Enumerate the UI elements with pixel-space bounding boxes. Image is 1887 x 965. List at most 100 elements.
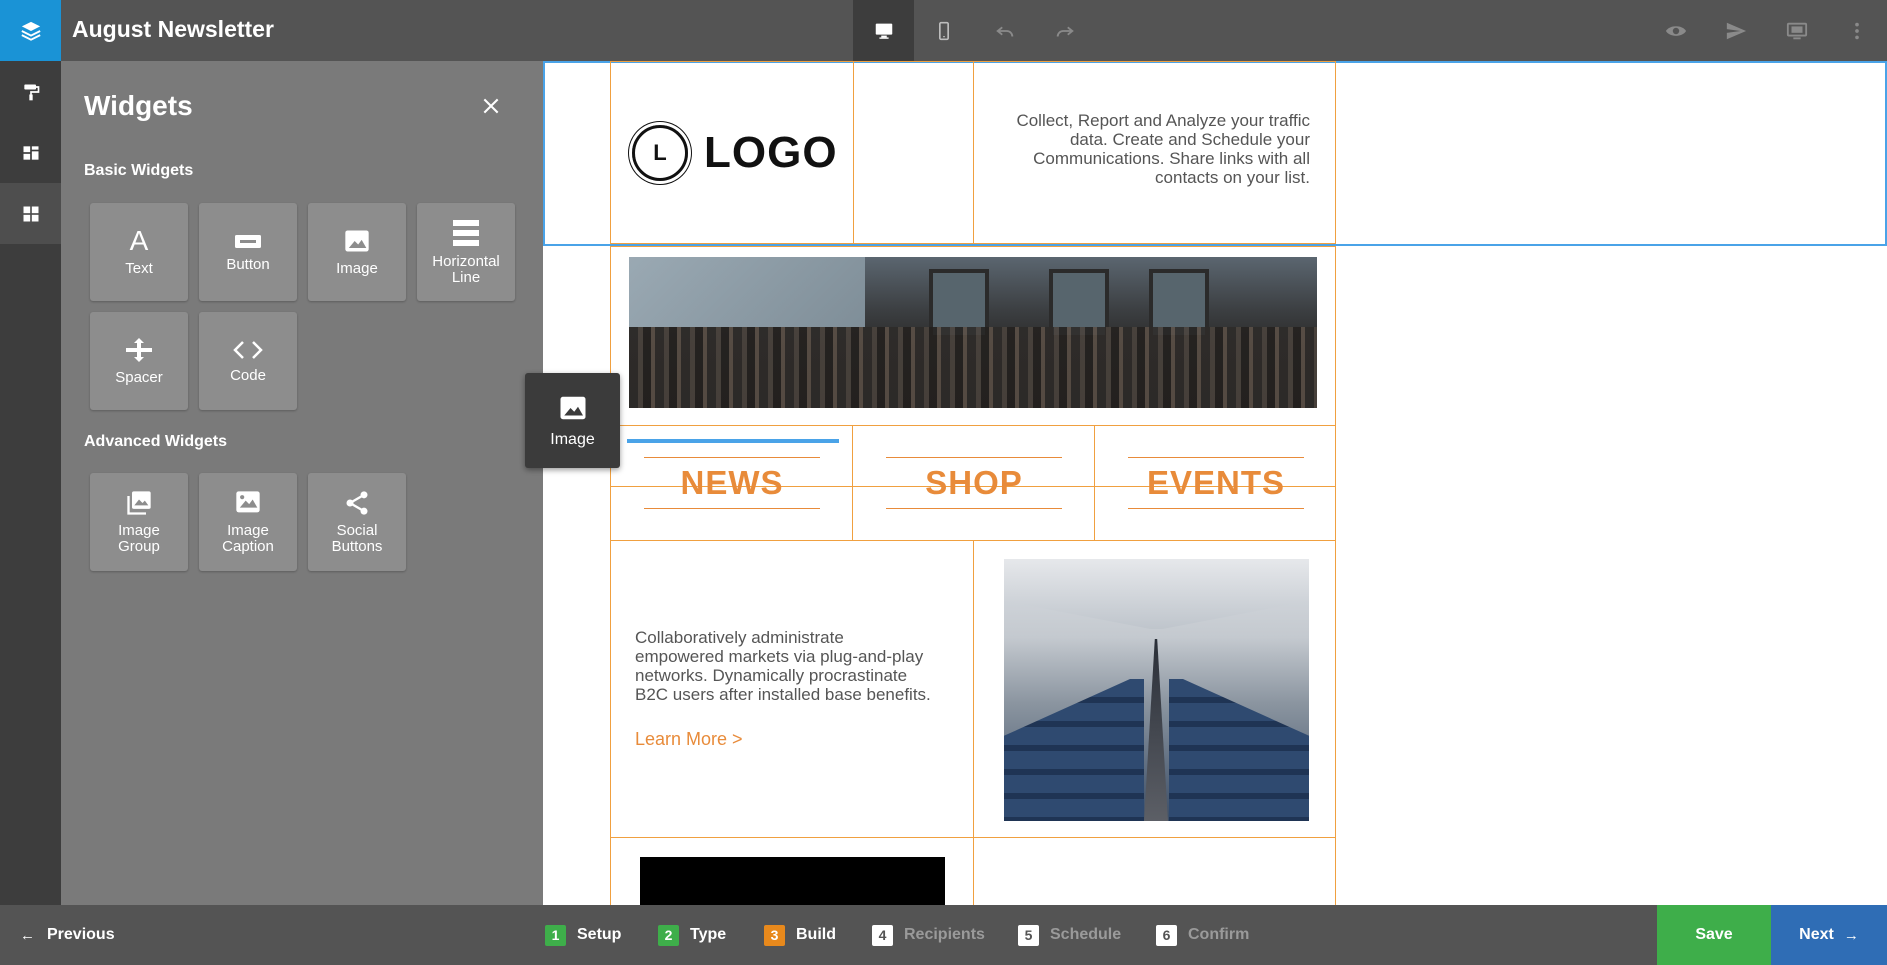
layout-tab[interactable] bbox=[0, 122, 61, 183]
horizontal-line-icon bbox=[453, 220, 479, 246]
panel-title: Widgets bbox=[84, 90, 193, 121]
drop-indicator bbox=[627, 439, 839, 443]
social-buttons-widget[interactable]: Social Buttons bbox=[308, 473, 406, 571]
step-recipients[interactable]: 4 Recipients bbox=[872, 905, 985, 965]
next-label: Next bbox=[1799, 926, 1834, 943]
send-icon bbox=[1726, 22, 1746, 39]
redo-icon bbox=[1056, 26, 1074, 37]
mobile-view-button[interactable] bbox=[913, 0, 974, 61]
code-icon bbox=[233, 341, 263, 359]
video-thumbnail[interactable] bbox=[640, 857, 945, 905]
plane-aisle bbox=[1144, 639, 1168, 821]
step-label: Setup bbox=[577, 926, 622, 943]
widgets-icon bbox=[23, 206, 38, 221]
save-button[interactable]: Save bbox=[1657, 905, 1771, 965]
button-icon bbox=[235, 235, 261, 248]
screen-preview-button[interactable] bbox=[1766, 0, 1827, 61]
step-label: Schedule bbox=[1050, 926, 1122, 943]
close-panel-button[interactable] bbox=[476, 91, 506, 121]
redo-button[interactable] bbox=[1034, 0, 1095, 61]
ghost-label: Image bbox=[550, 430, 595, 448]
step-number: 4 bbox=[872, 924, 893, 946]
widget-label: Social Buttons bbox=[331, 522, 383, 555]
empty-cell[interactable] bbox=[973, 837, 1336, 905]
plane-seats-left bbox=[1004, 679, 1144, 821]
widgets-panel: Widgets Basic Widgets A Text Button Imag… bbox=[61, 61, 543, 905]
image-group-icon bbox=[127, 491, 151, 515]
more-vertical-icon bbox=[1854, 22, 1859, 39]
eye-icon bbox=[1665, 25, 1686, 36]
spacer-widget[interactable]: Spacer bbox=[90, 312, 188, 410]
undo-button[interactable] bbox=[974, 0, 1035, 61]
widget-label: Image bbox=[336, 260, 378, 277]
arrow-left-icon: ← bbox=[20, 926, 35, 944]
nav-events-link[interactable]: EVENTS bbox=[1128, 457, 1304, 509]
text-widget[interactable]: A Text bbox=[90, 203, 188, 301]
basic-widgets-heading: Basic Widgets bbox=[84, 162, 194, 179]
widget-label: Button bbox=[226, 256, 270, 273]
hero-image[interactable] bbox=[629, 257, 1317, 408]
step-label: Recipients bbox=[904, 926, 985, 943]
widget-label: Spacer bbox=[115, 369, 163, 386]
logo-letter: L bbox=[653, 140, 667, 165]
nav-shop-link[interactable]: SHOP bbox=[886, 457, 1062, 509]
paint-roller-icon bbox=[23, 84, 39, 100]
step-confirm[interactable]: 6 Confirm bbox=[1156, 905, 1249, 965]
learn-more-link[interactable]: Learn More > bbox=[635, 729, 743, 750]
design-tab[interactable] bbox=[0, 61, 61, 122]
airplane-image[interactable] bbox=[1004, 559, 1309, 821]
hero-screen bbox=[629, 257, 865, 327]
dragging-image-widget[interactable]: Image bbox=[525, 373, 620, 468]
step-number: 3 bbox=[764, 924, 785, 946]
text-icon: A bbox=[129, 225, 149, 256]
nav-news-link[interactable]: NEWS bbox=[644, 457, 820, 509]
advanced-widgets-heading: Advanced Widgets bbox=[84, 433, 227, 450]
image-caption-widget[interactable]: Image Caption bbox=[199, 473, 297, 571]
widget-label: Image Group bbox=[118, 522, 160, 555]
left-rail bbox=[0, 61, 61, 905]
step-label: Confirm bbox=[1188, 926, 1250, 943]
step-label: Build bbox=[796, 926, 836, 943]
logo-mark: L bbox=[632, 125, 688, 181]
preview-button[interactable] bbox=[1645, 0, 1706, 61]
undo-icon bbox=[995, 26, 1013, 37]
arrow-right-icon: → bbox=[1843, 926, 1859, 944]
spacer-icon bbox=[126, 338, 152, 362]
step-build[interactable]: 3 Build bbox=[764, 905, 836, 965]
image-group-widget[interactable]: Image Group bbox=[90, 473, 188, 571]
send-button[interactable] bbox=[1705, 0, 1766, 61]
step-label: Type bbox=[690, 926, 727, 943]
close-icon bbox=[483, 98, 499, 114]
logo: L LOGO bbox=[632, 125, 838, 181]
button-widget[interactable]: Button bbox=[199, 203, 297, 301]
previous-label: Previous bbox=[47, 926, 115, 943]
body-text: Collaboratively administrate empowered m… bbox=[635, 628, 931, 704]
desktop-icon bbox=[875, 23, 892, 39]
step-type[interactable]: 2 Type bbox=[658, 905, 726, 965]
image-widget[interactable]: Image bbox=[308, 203, 406, 301]
step-number: 5 bbox=[1018, 924, 1039, 946]
email-canvas: L LOGO Collect, Report and Analyze your … bbox=[543, 61, 1887, 905]
app-title: August Newsletter bbox=[72, 16, 274, 42]
image-icon bbox=[345, 230, 369, 252]
horizontal-line-widget[interactable]: Horizontal Line bbox=[417, 203, 515, 301]
code-widget[interactable]: Code bbox=[199, 312, 297, 410]
step-schedule[interactable]: 5 Schedule bbox=[1018, 905, 1121, 965]
logo-text: LOGO bbox=[704, 128, 838, 177]
step-setup[interactable]: 1 Setup bbox=[545, 905, 621, 965]
layers-icon[interactable] bbox=[0, 0, 61, 61]
image-icon bbox=[560, 396, 585, 419]
widget-label: Code bbox=[230, 367, 266, 384]
more-button[interactable] bbox=[1826, 0, 1887, 61]
mobile-icon bbox=[938, 21, 949, 40]
header-text: Collect, Report and Analyze your traffic… bbox=[1016, 111, 1310, 187]
plane-seats-right bbox=[1169, 679, 1309, 821]
desktop-view-button[interactable] bbox=[853, 0, 914, 61]
monitor-icon bbox=[1786, 22, 1807, 39]
widgets-tab[interactable] bbox=[0, 183, 61, 244]
widget-label: Horizontal Line bbox=[432, 253, 500, 286]
next-button[interactable]: Next → bbox=[1771, 905, 1887, 965]
previous-button[interactable]: ← Previous bbox=[20, 905, 115, 965]
layout-icon bbox=[23, 145, 38, 160]
header-spacer-cell[interactable] bbox=[853, 61, 974, 244]
